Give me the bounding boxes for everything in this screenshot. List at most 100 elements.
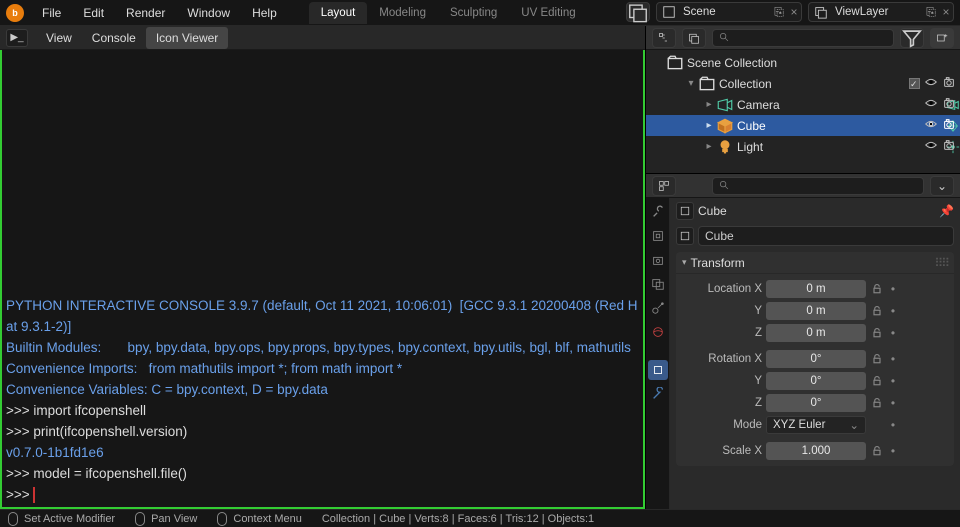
object-name-input[interactable]: Cube <box>698 226 954 246</box>
viewlayer-copy-button[interactable]: ⎘ <box>923 5 939 20</box>
keyframe-dot-icon[interactable]: • <box>888 304 898 318</box>
scene-name: Scene <box>681 6 771 18</box>
properties-options-button[interactable]: ⌄ <box>930 176 954 196</box>
scale-x-input[interactable]: 1.000 <box>766 442 866 460</box>
tab-tool-icon[interactable] <box>648 202 668 222</box>
rotation-y-input[interactable]: 0° <box>766 372 866 390</box>
keyframe-dot-icon[interactable]: • <box>888 352 898 366</box>
tab-viewlayer-icon[interactable] <box>648 274 668 294</box>
tree-label: Light <box>737 140 942 154</box>
outliner-search-input[interactable] <box>712 29 894 47</box>
transform-panel-header[interactable]: ▾ Transform ⠿⠿ <box>676 252 954 274</box>
location-z-input[interactable]: 0 m <box>766 324 866 342</box>
render-icon[interactable] <box>942 75 956 92</box>
menu-render[interactable]: Render <box>116 2 175 24</box>
mouse-icon <box>217 512 227 526</box>
tab-output-icon[interactable] <box>648 250 668 270</box>
render-icon[interactable] <box>942 138 956 155</box>
workspace-tab-sculpting[interactable]: Sculpting <box>438 2 509 24</box>
tree-item-light[interactable]: ▸ Light <box>646 136 960 157</box>
python-console[interactable]: PYTHON INTERACTIVE CONSOLE 3.9.7 (defaul… <box>2 50 643 507</box>
scene-selector[interactable]: Scene ⎘ × <box>656 2 802 22</box>
keyframe-dot-icon[interactable]: • <box>888 282 898 296</box>
properties-tab-strip <box>646 198 670 509</box>
outliner-editor-icon[interactable] <box>652 28 676 48</box>
rotation-z-label: Z <box>682 397 762 409</box>
location-y-input[interactable]: 0 m <box>766 302 866 320</box>
lock-icon[interactable] <box>870 375 884 387</box>
status-hint-context-menu: Context Menu <box>217 512 301 526</box>
tree-collection[interactable]: ▾ Collection <box>646 73 960 94</box>
disclosure-icon[interactable]: ▸ <box>702 141 716 152</box>
outliner-new-collection-button[interactable] <box>930 28 954 48</box>
panel-grip-icon[interactable]: ⠿⠿ <box>934 256 948 270</box>
visibility-icon[interactable] <box>924 75 938 92</box>
disclosure-icon[interactable]: ▾ <box>684 78 698 89</box>
workspace-tabs: Layout Modeling Sculpting UV Editing <box>309 2 588 24</box>
lock-icon[interactable] <box>870 353 884 365</box>
lock-icon[interactable] <box>870 305 884 317</box>
object-breadcrumb: Cube <box>698 204 727 218</box>
scene-close-button[interactable]: × <box>787 5 801 19</box>
visibility-icon[interactable] <box>924 138 938 155</box>
scene-icon <box>657 3 681 21</box>
scene-copy-button[interactable]: ⎘ <box>771 5 787 20</box>
viewlayer-selector[interactable]: ViewLayer ⎘ × <box>808 2 954 22</box>
lock-icon[interactable] <box>870 397 884 409</box>
rotation-x-input[interactable]: 0° <box>766 350 866 368</box>
scale-x-label: Scale X <box>682 445 762 457</box>
scene-browse-button[interactable] <box>626 2 650 22</box>
console-menu-iconviewer[interactable]: Icon Viewer <box>146 27 228 49</box>
tab-modifier-icon[interactable] <box>648 384 668 404</box>
tree-label: Camera <box>737 98 942 112</box>
keyframe-dot-icon[interactable]: • <box>888 396 898 410</box>
tab-object-icon[interactable] <box>648 360 668 380</box>
rotation-mode-select[interactable]: XYZ Euler <box>766 416 866 434</box>
pin-icon[interactable]: 📌 <box>939 204 954 218</box>
tab-render-icon[interactable] <box>648 226 668 246</box>
keyframe-dot-icon[interactable]: • <box>888 444 898 458</box>
tree-scene-collection[interactable]: Scene Collection <box>646 52 960 73</box>
workspace-tab-layout[interactable]: Layout <box>309 2 368 24</box>
menu-window[interactable]: Window <box>177 2 240 24</box>
properties-editor-icon[interactable] <box>652 176 676 196</box>
lock-icon[interactable] <box>870 283 884 295</box>
outliner-display-mode[interactable] <box>682 28 706 48</box>
tab-scene-icon[interactable] <box>648 298 668 318</box>
workspace-tab-uvediting[interactable]: UV Editing <box>509 2 587 24</box>
tab-world-icon[interactable] <box>648 322 668 342</box>
console-menu-console[interactable]: Console <box>82 27 146 49</box>
mode-label: Mode <box>682 419 762 431</box>
editor-type-icon[interactable]: ▶_ <box>6 29 28 47</box>
outliner-tree[interactable]: Scene Collection ▾ Collection ▸ Camera <box>646 50 960 173</box>
menu-help[interactable]: Help <box>242 2 287 24</box>
location-y-label: Y <box>682 305 762 317</box>
menu-edit[interactable]: Edit <box>73 2 114 24</box>
properties-search-input[interactable] <box>712 177 924 195</box>
status-hint-set-active-modifier: Set Active Modifier <box>8 512 115 526</box>
panel-title: Transform <box>691 256 745 270</box>
tree-item-camera[interactable]: ▸ Camera <box>646 94 960 115</box>
lock-icon[interactable] <box>870 327 884 339</box>
viewlayer-close-button[interactable]: × <box>939 5 953 19</box>
lock-icon[interactable] <box>870 445 884 457</box>
blender-logo-icon: b <box>6 4 24 22</box>
disclosure-icon[interactable]: ▸ <box>702 99 716 110</box>
location-x-input[interactable]: 0 m <box>766 280 866 298</box>
rotation-z-input[interactable]: 0° <box>766 394 866 412</box>
collection-enable-checkbox[interactable] <box>909 78 920 89</box>
disclosure-icon[interactable]: ▸ <box>702 120 716 131</box>
object-icon <box>676 227 694 245</box>
keyframe-dot-icon[interactable]: • <box>888 374 898 388</box>
workspace-tab-modeling[interactable]: Modeling <box>367 2 438 24</box>
console-menu-view[interactable]: View <box>36 27 82 49</box>
keyframe-dot-icon[interactable]: • <box>888 418 898 432</box>
render-icon[interactable] <box>942 96 956 113</box>
menu-file[interactable]: File <box>32 2 71 24</box>
render-icon[interactable] <box>942 117 956 134</box>
outliner-filter-button[interactable] <box>900 28 924 48</box>
visibility-icon[interactable] <box>924 117 938 134</box>
keyframe-dot-icon[interactable]: • <box>888 326 898 340</box>
visibility-icon[interactable] <box>924 96 938 113</box>
tree-item-cube[interactable]: ▸ Cube <box>646 115 960 136</box>
